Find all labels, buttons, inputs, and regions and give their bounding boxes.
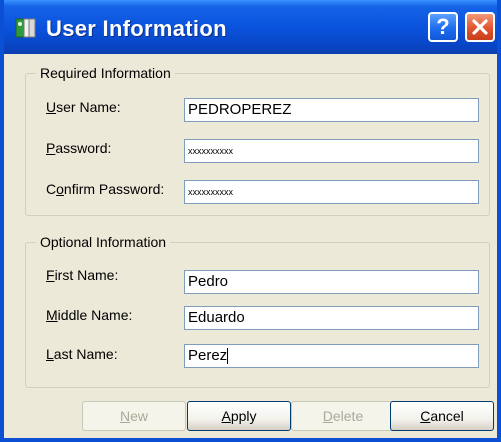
first-name-label-text: irst Name:: [54, 267, 119, 283]
delete-mnemonic: D: [322, 408, 333, 424]
new-mnemonic: N: [119, 408, 131, 424]
first-name-mnemonic: F: [46, 267, 55, 283]
confirm-password-label-text: nfirm Password:: [63, 181, 165, 197]
confirm-password-value: xxxxxxxxxx: [188, 187, 233, 197]
close-button[interactable]: [465, 12, 495, 42]
user-information-dialog: User Information ? Required Information …: [0, 0, 501, 442]
required-information-legend: Required Information: [36, 65, 175, 81]
help-icon: ?: [436, 14, 450, 39]
middle-name-field[interactable]: Eduardo: [184, 306, 479, 330]
first-name-field[interactable]: Pedro: [184, 270, 479, 294]
title-bar[interactable]: User Information ?: [4, 0, 497, 54]
last-name-label-text: ast Name:: [53, 346, 118, 362]
user-name-mnemonic: U: [46, 99, 57, 115]
password-label-text: assword:: [55, 140, 112, 156]
last-name-field[interactable]: Perez: [184, 344, 479, 368]
close-icon: [472, 19, 488, 35]
user-name-field[interactable]: PEDROPEREZ: [184, 98, 479, 122]
confirm-password-label: Confirm Password:: [46, 181, 164, 197]
confirm-password-label-pre: C: [46, 181, 57, 197]
middle-name-label-text: iddle Name:: [57, 307, 133, 323]
last-name-value: Perez: [188, 347, 228, 364]
cancel-mnemonic: C: [420, 408, 431, 424]
middle-name-label: Middle Name:: [46, 307, 132, 323]
new-button[interactable]: New: [82, 401, 186, 431]
password-value: xxxxxxxxxx: [188, 146, 233, 156]
cancel-button[interactable]: Cancel: [390, 401, 494, 431]
new-label: ew: [130, 408, 149, 424]
first-name-value: Pedro: [188, 273, 229, 290]
optional-information-legend: Optional Information: [36, 234, 171, 250]
middle-name-value: Eduardo: [188, 309, 245, 326]
delete-button[interactable]: Delete: [291, 401, 395, 431]
delete-label: elete: [332, 408, 364, 424]
apply-button[interactable]: Apply: [187, 401, 291, 431]
window-title: User Information: [46, 16, 227, 41]
middle-name-mnemonic: M: [46, 307, 58, 323]
last-name-mnemonic: L: [46, 346, 54, 362]
app-icon: [15, 18, 36, 38]
cancel-label: ancel: [430, 408, 464, 424]
password-mnemonic: P: [46, 140, 56, 156]
last-name-label: Last Name:: [46, 346, 118, 362]
password-label: Password:: [46, 140, 111, 156]
first-name-label: First Name:: [46, 267, 118, 283]
user-name-label-text: ser Name:: [56, 99, 121, 115]
confirm-password-mnemonic: o: [56, 181, 64, 197]
text-caret: [227, 348, 229, 365]
confirm-password-field[interactable]: xxxxxxxxxx: [184, 180, 479, 204]
apply-mnemonic: A: [221, 408, 231, 424]
user-name-label: User Name:: [46, 99, 121, 115]
password-field[interactable]: xxxxxxxxxx: [184, 139, 479, 163]
user-name-value: PEDROPEREZ: [188, 101, 292, 118]
help-button[interactable]: ?: [428, 12, 458, 42]
apply-label: pply: [230, 408, 257, 424]
